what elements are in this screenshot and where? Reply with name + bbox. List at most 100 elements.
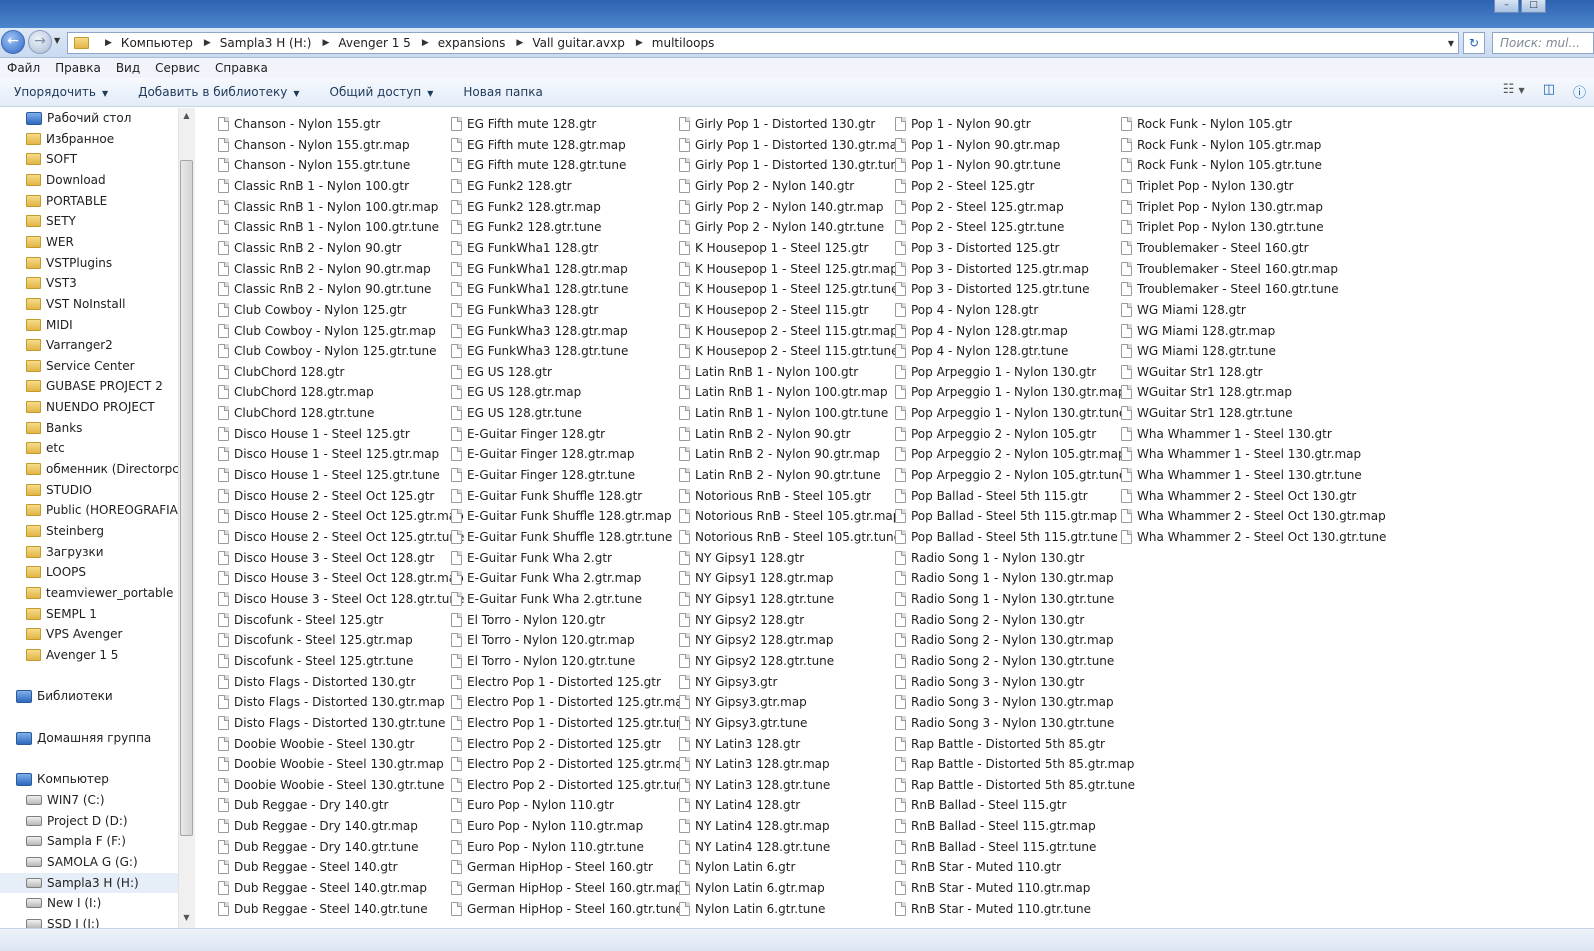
nav-item-favorite[interactable]: GUBASE PROJECT 2	[0, 376, 178, 396]
file-item[interactable]: Wha Whammer 1 - Steel 130.gtr.map	[1121, 444, 1361, 464]
file-item[interactable]: EG Funk2 128.gtr.map	[451, 197, 601, 217]
file-item[interactable]: EG FunkWha1 128.gtr	[451, 238, 598, 258]
file-item[interactable]: German HipHop - Steel 160.gtr.map	[451, 878, 682, 898]
file-item[interactable]: EG US 128.gtr.tune	[451, 403, 582, 423]
nav-item-favorite[interactable]: SEMPL 1	[0, 604, 178, 624]
search-input[interactable]: Поиск: mul...	[1492, 32, 1594, 54]
file-item[interactable]: Disco House 1 - Steel 125.gtr.map	[218, 444, 439, 464]
file-item[interactable]: Rap Battle - Distorted 5th 85.gtr	[895, 734, 1105, 754]
breadcrumb-item[interactable]: ▶ Компьютер	[94, 36, 193, 50]
file-item[interactable]: Disco House 3 - Steel Oct 128.gtr.map	[218, 568, 464, 588]
file-item[interactable]: K Housepop 2 - Steel 115.gtr.map	[679, 321, 898, 341]
help-button[interactable]: ⓘ	[1573, 82, 1586, 101]
file-item[interactable]: Rock Funk - Nylon 105.gtr.tune	[1121, 155, 1322, 175]
organize-button[interactable]: Упорядочить ▼	[14, 85, 108, 99]
menu-help[interactable]: Справка	[215, 61, 268, 75]
file-item[interactable]: K Housepop 2 - Steel 115.gtr	[679, 300, 868, 320]
file-item[interactable]: Rock Funk - Nylon 105.gtr	[1121, 114, 1292, 134]
file-item[interactable]: Pop Ballad - Steel 5th 115.gtr.map	[895, 506, 1117, 526]
file-item[interactable]: EG FunkWha3 128.gtr	[451, 300, 598, 320]
file-item[interactable]: Disco House 1 - Steel 125.gtr.tune	[218, 465, 440, 485]
file-item[interactable]: Pop 3 - Distorted 125.gtr	[895, 238, 1059, 258]
file-item[interactable]: Girly Pop 1 - Distorted 130.gtr.tune	[679, 155, 905, 175]
nav-item-homegroup[interactable]: Домашняя группа	[0, 728, 178, 748]
breadcrumb-item[interactable]: ▶ Avenger 1 5	[311, 36, 410, 50]
nav-item-favorite[interactable]: VSTPlugins	[0, 253, 178, 273]
file-item[interactable]: Pop 1 - Nylon 90.gtr.map	[895, 135, 1060, 155]
file-item[interactable]: Rap Battle - Distorted 5th 85.gtr.map	[895, 754, 1134, 774]
add-to-library-button[interactable]: Добавить в библиотеку ▼	[138, 85, 299, 99]
file-item[interactable]: Latin RnB 1 - Nylon 100.gtr	[679, 362, 858, 382]
nav-item-favorite[interactable]: VST NoInstall	[0, 294, 178, 314]
nav-item-favorite[interactable]: Загрузки	[0, 542, 178, 562]
file-item[interactable]: EG FunkWha3 128.gtr.tune	[451, 341, 628, 361]
file-item[interactable]: Classic RnB 1 - Nylon 100.gtr.map	[218, 197, 438, 217]
file-item[interactable]: EG Fifth mute 128.gtr	[451, 114, 596, 134]
maximize-button[interactable]: □	[1521, 0, 1546, 13]
file-item[interactable]: Troublemaker - Steel 160.gtr.tune	[1121, 279, 1339, 299]
nav-item-favorite[interactable]: WER	[0, 232, 178, 252]
scroll-up-icon[interactable]: ▲	[178, 108, 195, 124]
file-item[interactable]: EG FunkWha1 128.gtr.tune	[451, 279, 628, 299]
menu-view[interactable]: Вид	[116, 61, 140, 75]
breadcrumb-item[interactable]: ▶ multiloops	[625, 36, 714, 50]
menu-edit[interactable]: Правка	[55, 61, 101, 75]
file-item[interactable]: NY Latin3 128.gtr.tune	[679, 775, 830, 795]
file-item[interactable]: Wha Whammer 1 - Steel 130.gtr	[1121, 424, 1332, 444]
file-item[interactable]: E-Guitar Funk Wha 2.gtr.map	[451, 568, 641, 588]
file-item[interactable]: Electro Pop 2 - Distorted 125.gtr.map	[451, 754, 690, 774]
file-item[interactable]: EG Funk2 128.gtr	[451, 176, 572, 196]
file-item[interactable]: K Housepop 1 - Steel 125.gtr.map	[679, 259, 898, 279]
file-item[interactable]: Notorious RnB - Steel 105.gtr.map	[679, 506, 900, 526]
file-item[interactable]: ClubChord 128.gtr.map	[218, 382, 374, 402]
nav-item-drive[interactable]: Project D (D:)	[0, 811, 178, 831]
file-item[interactable]: Electro Pop 2 - Distorted 125.gtr	[451, 734, 661, 754]
file-item[interactable]: K Housepop 2 - Steel 115.gtr.tune	[679, 341, 899, 361]
nav-item-computer[interactable]: Компьютер	[0, 769, 178, 789]
file-item[interactable]: Notorious RnB - Steel 105.gtr	[679, 486, 871, 506]
file-item[interactable]: NY Gipsy3.gtr	[679, 672, 777, 692]
new-folder-button[interactable]: Новая папка	[463, 85, 542, 99]
nav-item-favorite[interactable]: Public (HOREOGRAFIA)	[0, 500, 178, 520]
file-item[interactable]: Doobie Woobie - Steel 130.gtr.tune	[218, 775, 444, 795]
file-item[interactable]: NY Gipsy1 128.gtr.map	[679, 568, 834, 588]
file-item[interactable]: E-Guitar Funk Wha 2.gtr	[451, 548, 612, 568]
file-item[interactable]: Disco House 2 - Steel Oct 125.gtr.map	[218, 506, 464, 526]
recent-pages-chevron-icon[interactable]: ▼	[54, 36, 60, 45]
file-item[interactable]: E-Guitar Funk Shuffle 128.gtr.map	[451, 506, 672, 526]
file-item[interactable]: Disco House 2 - Steel Oct 125.gtr	[218, 486, 434, 506]
nav-item-favorite[interactable]: etc	[0, 438, 178, 458]
file-item[interactable]: Classic RnB 2 - Nylon 90.gtr.tune	[218, 279, 431, 299]
file-item[interactable]: Latin RnB 2 - Nylon 90.gtr.map	[679, 444, 880, 464]
file-item[interactable]: Triplet Pop - Nylon 130.gtr.tune	[1121, 217, 1324, 237]
file-item[interactable]: Nylon Latin 6.gtr.tune	[679, 899, 825, 919]
file-item[interactable]: Girly Pop 1 - Distorted 130.gtr	[679, 114, 875, 134]
nav-item-drive[interactable]: SSD J (J:)	[0, 914, 178, 928]
file-item[interactable]: Radio Song 1 - Nylon 130.gtr.map	[895, 568, 1114, 588]
file-item[interactable]: NY Latin4 128.gtr.tune	[679, 837, 830, 857]
file-item[interactable]: E-Guitar Finger 128.gtr	[451, 424, 605, 444]
file-item[interactable]: Pop Arpeggio 1 - Nylon 130.gtr.map	[895, 382, 1126, 402]
minimize-button[interactable]: –	[1494, 0, 1519, 13]
forward-button[interactable]: →	[28, 30, 52, 54]
file-item[interactable]: NY Gipsy3.gtr.map	[679, 692, 807, 712]
file-item[interactable]: ClubChord 128.gtr.tune	[218, 403, 374, 423]
file-item[interactable]: E-Guitar Finger 128.gtr.map	[451, 444, 634, 464]
nav-item-favorite[interactable]: Download	[0, 170, 178, 190]
file-item[interactable]: EG Funk2 128.gtr.tune	[451, 217, 602, 237]
menu-file[interactable]: Файл	[7, 61, 40, 75]
file-item[interactable]: Chanson - Nylon 155.gtr	[218, 114, 380, 134]
change-view-button[interactable]: ☷ ▼	[1503, 82, 1525, 101]
nav-item-favorite[interactable]: Avenger 1 5	[0, 645, 178, 665]
file-item[interactable]: EG FunkWha3 128.gtr.map	[451, 321, 628, 341]
file-item[interactable]: E-Guitar Finger 128.gtr.tune	[451, 465, 635, 485]
file-item[interactable]: WGuitar Str1 128.gtr.map	[1121, 382, 1292, 402]
file-item[interactable]: RnB Star - Muted 110.gtr.map	[895, 878, 1090, 898]
file-item[interactable]: Girly Pop 2 - Nylon 140.gtr.map	[679, 197, 884, 217]
file-item[interactable]: Wha Whammer 2 - Steel Oct 130.gtr.tune	[1121, 527, 1386, 547]
file-item[interactable]: Latin RnB 1 - Nylon 100.gtr.map	[679, 382, 888, 402]
file-item[interactable]: Pop Arpeggio 2 - Nylon 105.gtr.tune	[895, 465, 1126, 485]
file-item[interactable]: Troublemaker - Steel 160.gtr.map	[1121, 259, 1338, 279]
file-item[interactable]: Pop 3 - Distorted 125.gtr.tune	[895, 279, 1090, 299]
nav-item-favorite[interactable]: VST3	[0, 273, 178, 293]
